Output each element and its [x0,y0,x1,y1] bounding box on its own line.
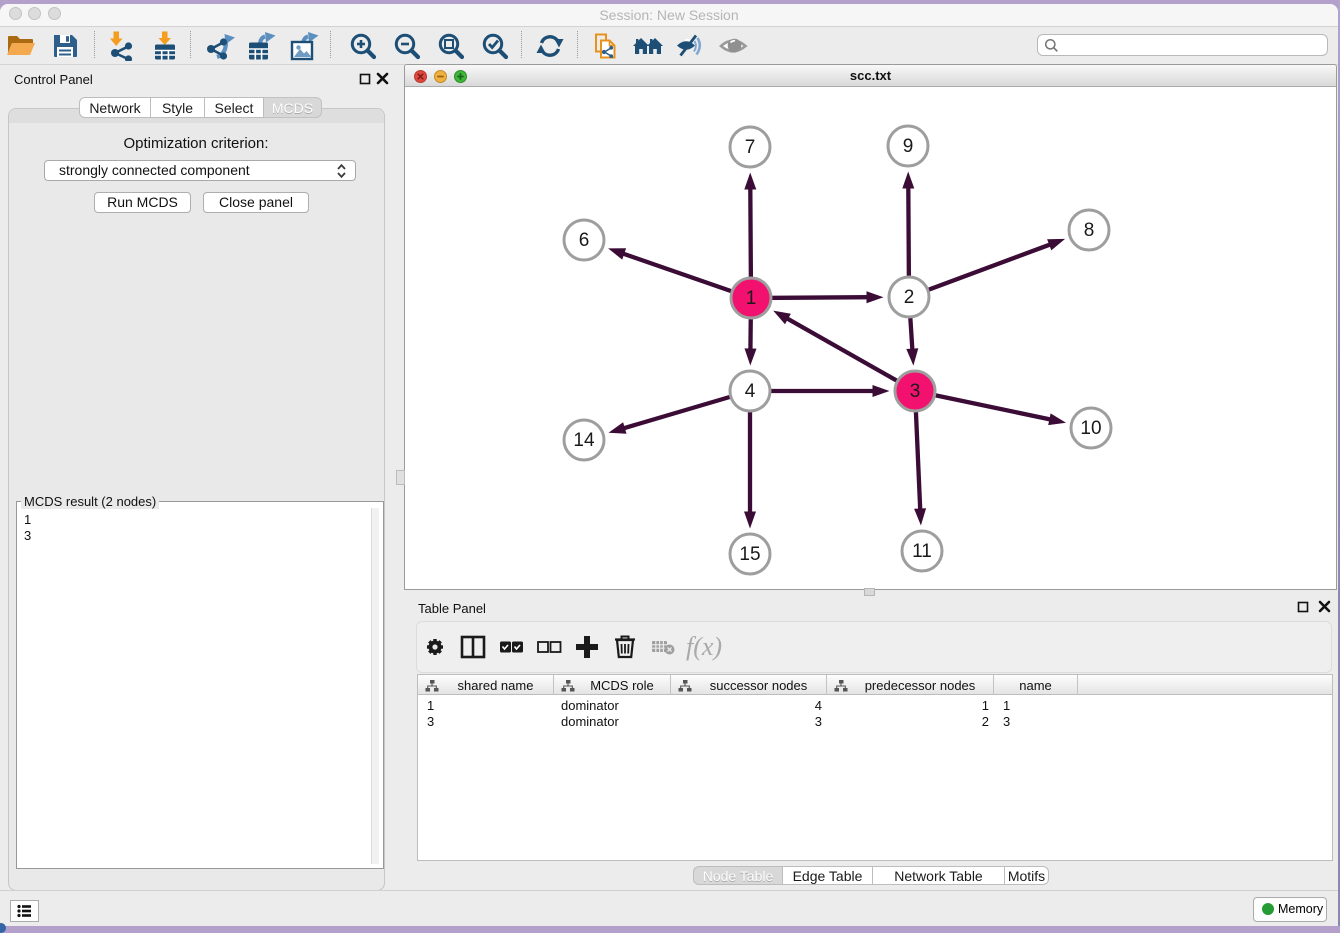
svg-text:11: 11 [912,541,932,562]
svg-text:6: 6 [579,230,590,251]
svg-text:7: 7 [745,137,756,158]
svg-text:9: 9 [903,136,914,157]
svg-text:15: 15 [739,544,760,565]
svg-text:10: 10 [1080,418,1101,439]
svg-text:8: 8 [1084,220,1095,241]
svg-text:3: 3 [910,381,921,402]
svg-text:2: 2 [904,287,915,308]
svg-text:4: 4 [745,381,756,402]
svg-text:f(x): f(x) [686,632,722,661]
svg-text:14: 14 [573,430,595,451]
svg-text:1: 1 [746,288,757,309]
